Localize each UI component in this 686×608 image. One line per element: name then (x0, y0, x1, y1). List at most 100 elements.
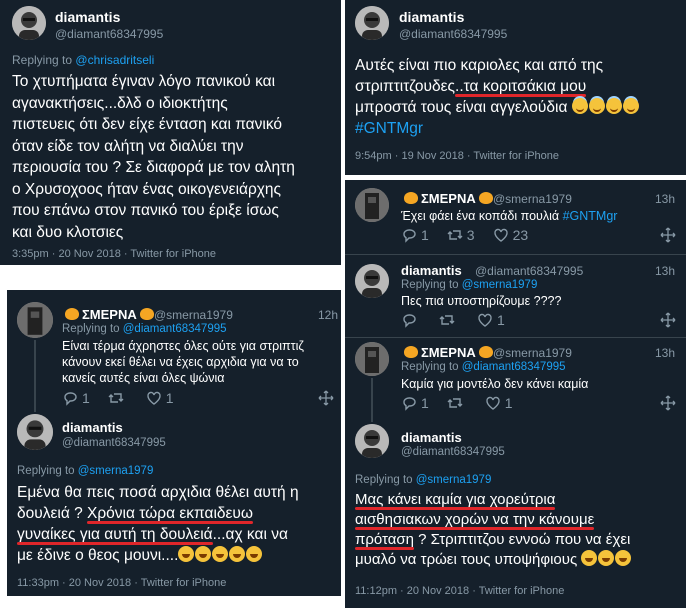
tweet-line: κάνουν εκεί θέλει να έχεις αρχιδια για ν… (62, 355, 299, 369)
retweet-icon (447, 230, 463, 240)
reply-button[interactable]: 1 (401, 395, 429, 411)
avatar[interactable] (17, 414, 53, 450)
avatar[interactable] (355, 188, 389, 222)
reply-button[interactable] (401, 312, 421, 328)
tweet-timestamp[interactable]: 3:35pm · 20 Nov 2018 · Twitter for iPhon… (12, 248, 216, 260)
like-button[interactable]: 1 (485, 395, 513, 411)
retweet-button[interactable]: 3 (447, 227, 475, 243)
like-button[interactable]: 1 (146, 390, 174, 406)
avatar-image (17, 302, 53, 338)
author-handle[interactable]: @smerna1979 (493, 346, 572, 360)
avatar-image (17, 414, 53, 450)
tweet-fragment: ? Στριπτιτζου εννοώ που να έχει (414, 531, 631, 548)
tweet-timestamp[interactable]: 11:33pm · 20 Nov 2018 · Twitter for iPho… (17, 577, 226, 589)
retweet-button[interactable] (447, 395, 467, 411)
avatar[interactable] (17, 302, 53, 338)
tweet-line: Αυτές είναι πιο καριολες και από της (355, 57, 604, 74)
move-icon[interactable] (660, 395, 676, 411)
reply-icon (403, 229, 416, 243)
hashtag-link[interactable]: #GNTMgr (563, 209, 618, 223)
author-name[interactable]: diamantis (401, 430, 462, 445)
like-button[interactable]: 23 (493, 227, 529, 243)
move-icon[interactable] (660, 227, 676, 243)
like-button[interactable]: 1 (477, 312, 505, 328)
reply-count: 1 (421, 227, 429, 243)
tweet-line: μπροστά τους είναι αγγελούδια (355, 97, 640, 118)
avatar[interactable] (355, 424, 389, 458)
author-handle[interactable]: @diamant68347995 (475, 264, 583, 278)
author-name[interactable]: ΣΜΕΡΝΑ (62, 307, 157, 322)
laughing-emoji-icon (615, 550, 632, 566)
chick-emoji-icon (65, 308, 79, 320)
tweet-time[interactable]: 13h (655, 192, 675, 206)
tweet-line: δουλειά ? Χρόνια τώρα εκπαιδευω (17, 503, 299, 524)
mention-link[interactable]: @smerna1979 (462, 279, 538, 291)
tweet-time[interactable]: 13h (655, 264, 675, 278)
tweet-text: Πες πια υποστηρίζουμε ???? (401, 293, 561, 309)
avatar[interactable] (355, 342, 389, 376)
like-count: 23 (512, 227, 529, 243)
author-name[interactable]: diamantis (55, 9, 120, 25)
laughing-emoji-icon (229, 546, 246, 562)
mention-link[interactable]: @diamant68347995 (462, 361, 566, 373)
chick-emoji-icon (478, 192, 493, 204)
like-count: 1 (165, 390, 174, 406)
reply-button[interactable]: 1 (62, 390, 90, 406)
tweet-panel-2: diamantis @diamant68347995 Αυτές είναι π… (345, 0, 686, 175)
author-handle[interactable]: @smerna1979 (154, 308, 233, 322)
avatar[interactable] (355, 6, 389, 40)
move-icon[interactable] (660, 312, 676, 328)
author-handle[interactable]: @smerna1979 (493, 192, 572, 206)
mention-link[interactable]: @chrisadritseli (75, 53, 154, 67)
author-handle[interactable]: @diamant68347995 (62, 437, 166, 449)
author-name[interactable]: ΣΜΕΡΝΑ (401, 191, 496, 206)
divider (345, 337, 686, 338)
avatar[interactable] (355, 264, 389, 298)
avatar-image (355, 264, 389, 298)
underlined-fragment: πρόταση (355, 531, 414, 548)
author-name[interactable]: diamantis (62, 420, 123, 435)
tweet-time[interactable]: 12h (318, 308, 338, 322)
avatar-image (12, 6, 46, 40)
tweet-line: όταν είδε τον αλήτη να διαλύει την (12, 137, 244, 155)
reply-icon (403, 397, 416, 411)
like-count: 1 (504, 395, 513, 411)
angel-emoji-icon (622, 98, 639, 114)
author-name[interactable]: diamantis (401, 263, 462, 278)
mention-link[interactable]: @diamant68347995 (123, 323, 227, 335)
author-handle[interactable]: @diamant68347995 (55, 27, 163, 41)
tweet-line: ο Χρυσοχοος ήταν ένας οικογενειάρχης (12, 180, 282, 198)
tweet-line: στριπτιτζουδες..τα κοριτσάκια μου (355, 76, 640, 97)
tweet-actions: 1 1 (401, 395, 531, 411)
author-name[interactable]: ΣΜΕΡΝΑ (401, 345, 496, 360)
reply-button[interactable]: 1 (401, 227, 429, 243)
avatar[interactable] (12, 6, 46, 40)
author-name[interactable]: diamantis (399, 9, 464, 25)
tweet-timestamp[interactable]: 11:12pm · 20 Nov 2018 · Twitter for iPho… (355, 585, 564, 597)
avatar-image (355, 424, 389, 458)
tweet-time[interactable]: 13h (655, 346, 675, 360)
tweet-fragment: μπροστά τους είναι αγγελούδια (355, 99, 568, 116)
reply-icon (64, 392, 77, 406)
retweet-icon (108, 393, 124, 403)
replying-prefix: Replying to (62, 323, 120, 335)
retweet-button[interactable] (439, 312, 459, 328)
underlined-fragment: ..τα κοριτσάκια μου (455, 78, 587, 95)
retweet-button[interactable] (108, 390, 128, 406)
mention-link[interactable]: @smerna1979 (416, 474, 492, 486)
author-handle[interactable]: @diamant68347995 (399, 27, 507, 41)
replying-to: Replying to @diamant68347995 (401, 361, 566, 373)
laughing-emoji-icon (598, 550, 615, 566)
tweet-line: Πες πια υποστηρίζουμε ???? (401, 294, 562, 308)
hashtag-link[interactable]: #GNTMgr (355, 118, 640, 139)
move-icon[interactable] (318, 390, 334, 406)
author-handle[interactable]: @diamant68347995 (401, 446, 505, 458)
tweet-timestamp[interactable]: 9:54pm · 19 Nov 2018 · Twitter for iPhon… (355, 150, 559, 162)
laughing-emoji-icon (178, 546, 195, 562)
mention-link[interactable]: @smerna1979 (78, 465, 154, 477)
tweet-line: γυναίκες για αυτή τη δουλειά...αχ και να (17, 524, 299, 545)
angel-emoji-icon (588, 98, 605, 114)
heart-icon (493, 228, 508, 242)
tweet-text: Το χτυπήματα έγιναν λόγο πανικού και αγα… (12, 71, 295, 243)
tweet-text: Καμία για μοντέλο δεν κάνει καμία (401, 376, 588, 392)
